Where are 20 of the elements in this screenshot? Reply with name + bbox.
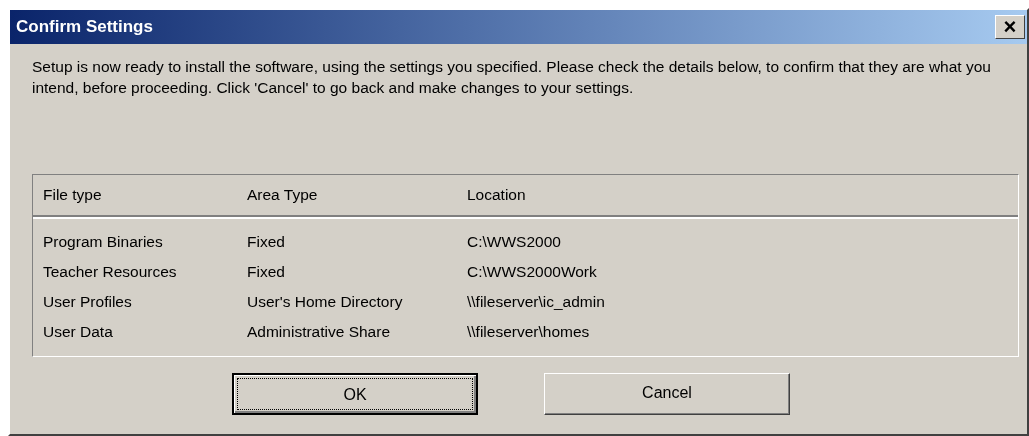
table-cell-text: User Profiles xyxy=(42,292,133,313)
close-button[interactable]: × xyxy=(995,15,1025,39)
ok-button[interactable]: OK xyxy=(232,373,478,415)
table-cell-text: Fixed xyxy=(247,232,286,253)
table-cell-text: C:\WWS2000Work xyxy=(467,262,598,283)
table-cell-text: Administrative Share xyxy=(247,322,391,343)
table-cell-text: Teacher Resources xyxy=(42,262,178,283)
window-title: Confirm Settings xyxy=(16,16,153,39)
table-cell-text: Program Binaries xyxy=(42,232,164,253)
table-cell-text: User's Home Directory xyxy=(247,292,404,313)
table-cell-text: C:\WWS2000 xyxy=(467,232,562,253)
column-header: Location xyxy=(467,185,527,206)
table-cell-text: Fixed xyxy=(247,262,286,283)
cancel-button[interactable]: Cancel xyxy=(544,373,790,415)
instruction-text: Setup is now ready to install the software, using the settings you specified. Please check the details below, to confirm that they are what you intend, before proceeding. Click 'Cancel' to go back and make changes to your settings. xyxy=(31,57,992,98)
table-cell-text: \\fileserver\homes xyxy=(467,322,591,343)
table-cell-text: User Data xyxy=(42,322,114,343)
column-header: File type xyxy=(42,185,103,206)
table-cell-text: \\fileserver\ic_admin xyxy=(467,292,606,313)
column-header: Area Type xyxy=(247,185,319,206)
